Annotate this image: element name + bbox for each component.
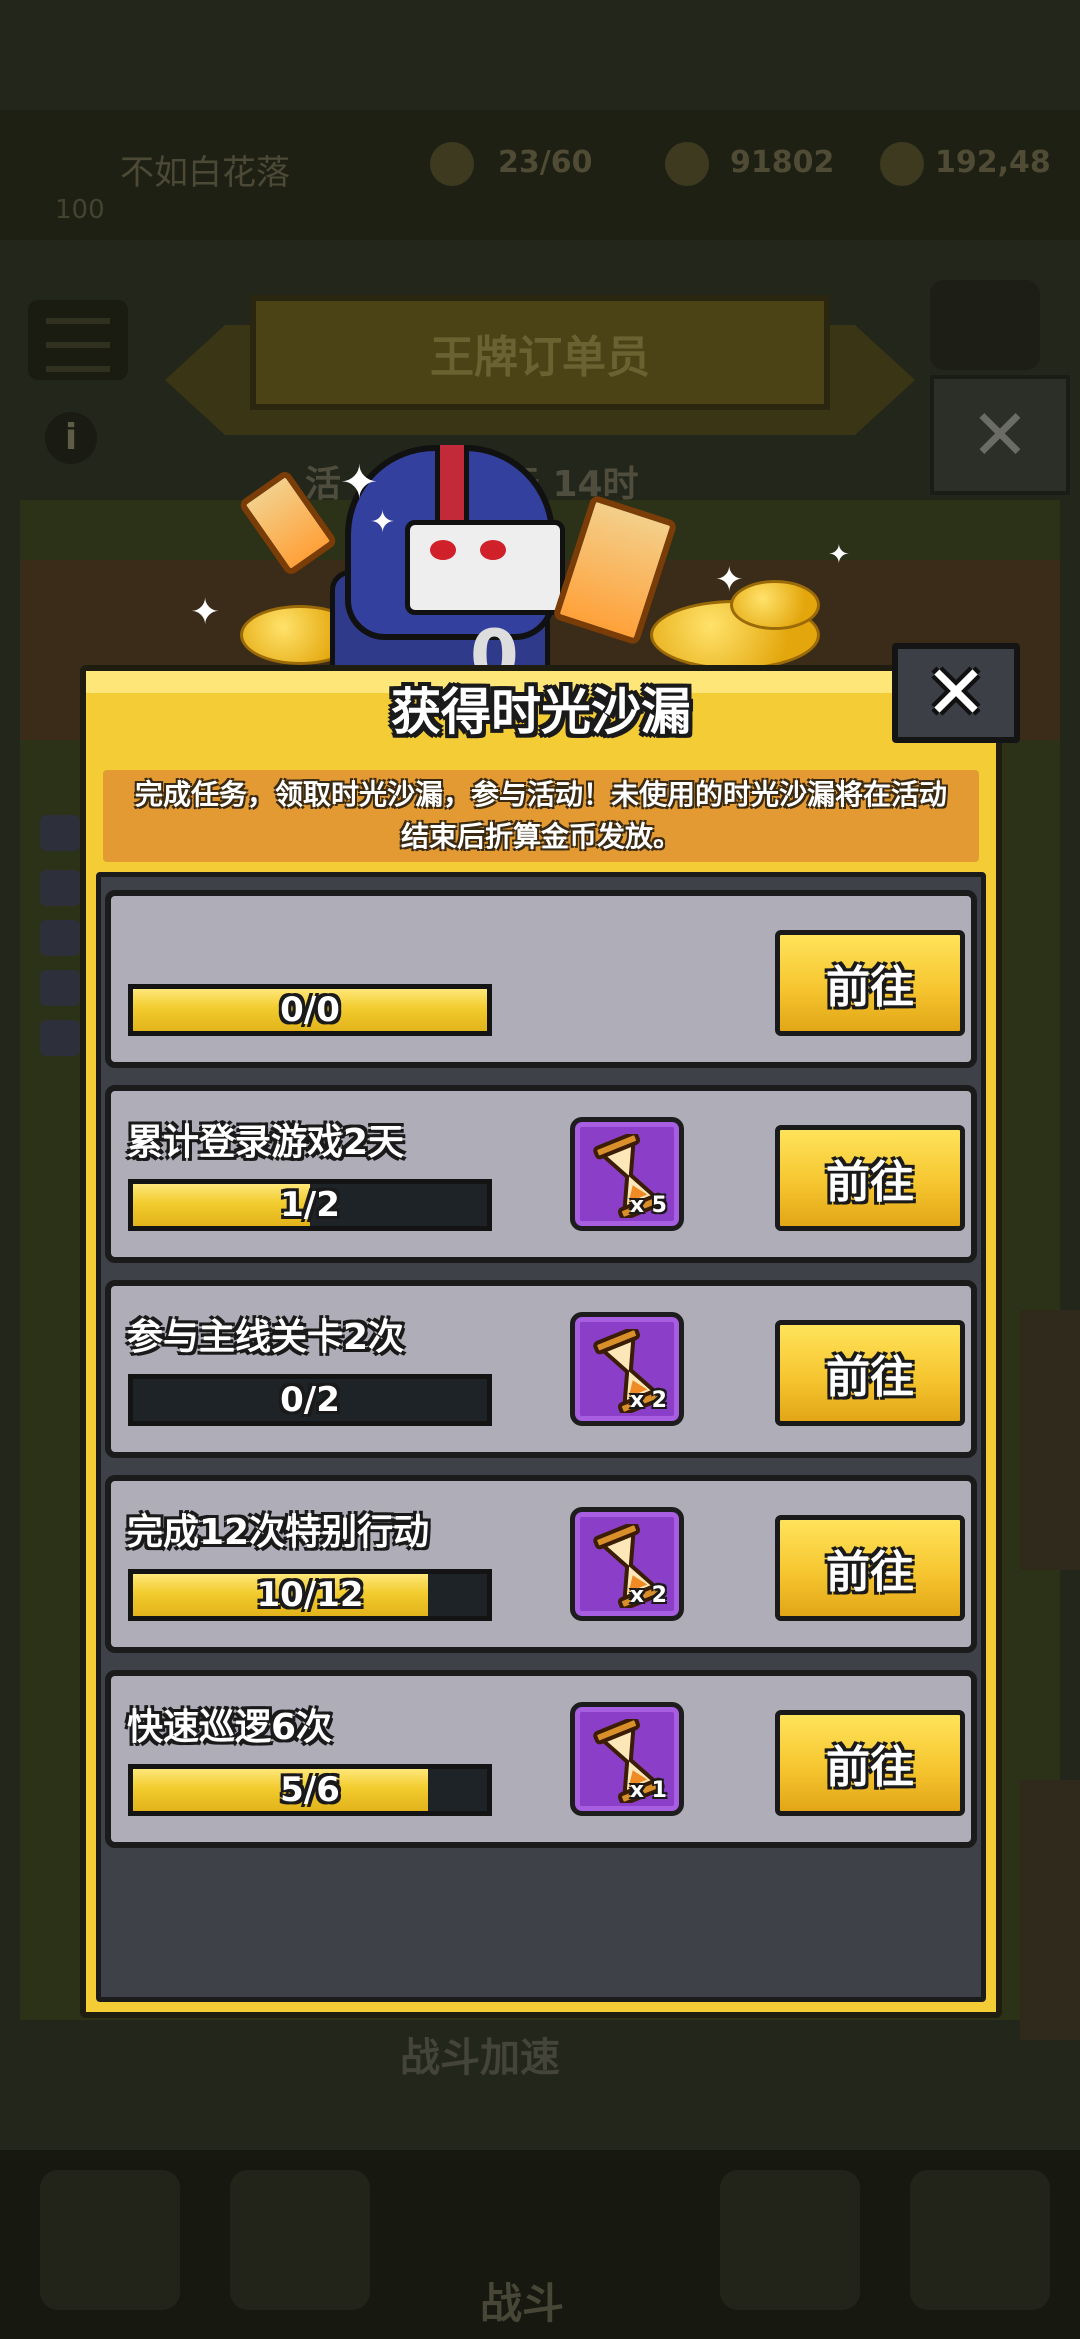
background-side-icon [40,970,80,1006]
task-label: 累计登录游戏2天 [127,1122,405,1163]
task-row: 累计登录游戏2天 1/2 x 5 前往 [105,1085,977,1263]
background-close-icon: ✕ [930,375,1070,495]
background-shield-icon [930,280,1040,370]
task-progress-text: 5/6 [280,1770,340,1810]
background-battle-tab-label: 战斗 [480,2279,565,2328]
task-label: 参与主线关卡2次 [127,1317,405,1358]
background-banner-title: 王牌订单员 [430,331,650,383]
task-progress-bar: 0/2 [128,1374,492,1426]
background-resource-stamina: 23/60 [498,145,593,180]
reward-quantity: x 5 [629,1193,667,1218]
hero-eye [430,540,456,560]
reward-slot[interactable]: x 2 [570,1507,684,1621]
go-button[interactable]: 前往 [775,1320,965,1426]
task-row: 0/0 前往 [105,890,977,1068]
go-button[interactable]: 前往 [775,1710,965,1816]
reward-quantity: x 1 [629,1778,667,1803]
task-progress-text: 1/2 [280,1185,340,1225]
sparkle-icon: ✦ [715,560,744,600]
background-side-icon [40,870,80,906]
background-resource-gems: 91802 [730,145,835,180]
reward-slot[interactable]: x 1 [570,1702,684,1816]
hero-eye [480,540,506,560]
go-button[interactable]: 前往 [775,930,965,1036]
background-tab [230,2170,370,2310]
panel-title: 获得时光沙漏 [391,683,691,741]
task-row: 完成12次特别行动 10/12 x 2 前往 [105,1475,977,1653]
task-progress-bar: 10/12 [128,1569,492,1621]
background-resource-coins: 192,48 [935,145,1051,180]
sparkle-icon: ✦ [190,592,221,633]
go-button[interactable]: 前往 [775,1125,965,1231]
task-progress-text: 0/2 [280,1380,340,1420]
task-row: 参与主线关卡2次 0/2 x 2 前往 [105,1280,977,1458]
task-row: 快速巡逻6次 5/6 x 1 前往 [105,1670,977,1848]
hero-face-mask [405,520,565,615]
task-progress-bar: 1/2 [128,1179,492,1231]
background-side-icon [40,920,80,956]
background-player-level: 100 [55,195,105,225]
sparkle-icon: ✦ [828,540,850,570]
background-side-building [1020,1310,1080,1570]
background-coin-icon [880,142,924,186]
background-speed-label: 战斗加速 [400,2035,560,2081]
background-player-name: 不如白花落 [120,153,290,193]
panel-notice: 完成任务，领取时光沙漏，参与活动！未使用的时光沙漏将在活动结束后折算金币发放。 [103,770,979,862]
go-button[interactable]: 前往 [775,1515,965,1621]
task-progress-text: 10/12 [256,1575,364,1615]
background-banner: 王牌订单员 [250,295,830,410]
sparkle-icon: ✦ [370,505,396,540]
background-tab [720,2170,860,2310]
background-gem-icon [665,142,709,186]
reward-quantity: x 2 [629,1388,667,1413]
task-progress-bar: 0/0 [128,984,492,1036]
gold-coin-decoration [730,580,820,630]
background-side-icon [40,1020,80,1056]
background-stamina-icon [430,142,474,186]
reward-slot[interactable]: x 5 [570,1117,684,1231]
task-progress-text: 0/0 [280,990,340,1030]
close-button[interactable]: ✕ [892,643,1020,743]
task-label: 完成12次特别行动 [127,1512,430,1553]
background-side-building [1020,1780,1080,2040]
background-info-icon: i [45,412,97,464]
sparkle-icon: ✦ [340,455,379,509]
background-menu-icon [28,300,128,380]
background-tab [40,2170,180,2310]
background-tab [910,2170,1050,2310]
task-label: 快速巡逻6次 [127,1707,333,1748]
background-side-icon [40,815,80,851]
close-icon: ✕ [924,650,987,736]
reward-quantity: x 2 [629,1583,667,1608]
reward-slot[interactable]: x 2 [570,1312,684,1426]
task-progress-bar: 5/6 [128,1764,492,1816]
